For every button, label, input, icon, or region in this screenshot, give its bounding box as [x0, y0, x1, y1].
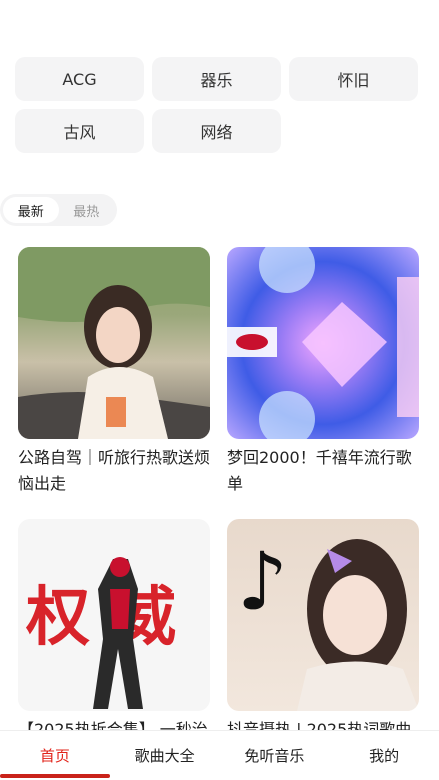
- tag-internet[interactable]: 网络: [152, 109, 281, 153]
- tag-ancient-style[interactable]: 古风: [15, 109, 144, 153]
- cover-art: 权 威: [25, 557, 176, 709]
- bottom-tabbar: 首页 歌曲大全 免听音乐 我的: [0, 730, 439, 780]
- playlist-grid: 公路自驾｜听旅行热歌送烦恼出走 梦回2000！千禧年流行歌单 权 威 【2025…: [18, 247, 420, 775]
- cover-art: [18, 247, 210, 439]
- playlist-cover: ♪: [227, 519, 419, 711]
- tab-mine[interactable]: 我的: [329, 731, 439, 780]
- playlist-cover: 权 威: [18, 519, 210, 711]
- playlist-cover: [227, 247, 419, 439]
- tab-free-listen[interactable]: 免听音乐: [220, 731, 330, 780]
- playlist-cover: [18, 247, 210, 439]
- tag-instrumental[interactable]: 器乐: [152, 57, 281, 101]
- tab-home[interactable]: 首页: [0, 731, 110, 780]
- cover-art: [227, 247, 419, 439]
- playlist-card[interactable]: 公路自驾｜听旅行热歌送烦恼出走: [18, 247, 210, 503]
- playlist-title: 公路自驾｜听旅行热歌送烦恼出走: [18, 448, 210, 493]
- sort-hottest[interactable]: 最热: [59, 197, 115, 223]
- tag-acg[interactable]: ACG: [15, 57, 144, 101]
- tag-nostalgia[interactable]: 怀旧: [289, 57, 418, 101]
- tab-songs[interactable]: 歌曲大全: [110, 731, 220, 780]
- genre-tags: ACG 器乐 怀旧 古风 网络: [15, 57, 425, 153]
- cover-art: ♪: [237, 535, 419, 711]
- sort-toggle: 最新 最热: [0, 194, 117, 226]
- playlist-title: 梦回2000！千禧年流行歌单: [227, 448, 412, 493]
- tiktok-icon: ♪: [237, 535, 288, 628]
- playlist-card[interactable]: 梦回2000！千禧年流行歌单: [227, 247, 419, 503]
- sort-newest[interactable]: 最新: [3, 197, 59, 223]
